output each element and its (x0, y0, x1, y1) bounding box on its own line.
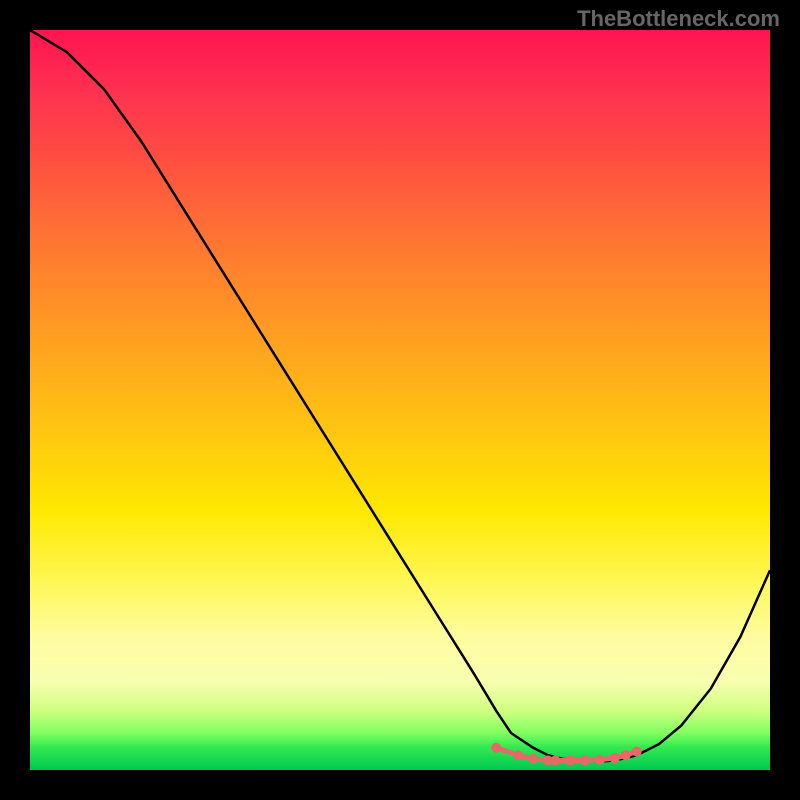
attribution-text: TheBottleneck.com (577, 6, 780, 32)
main-curve-line (30, 30, 770, 761)
chart-svg (30, 30, 770, 770)
chart-container (30, 30, 770, 770)
